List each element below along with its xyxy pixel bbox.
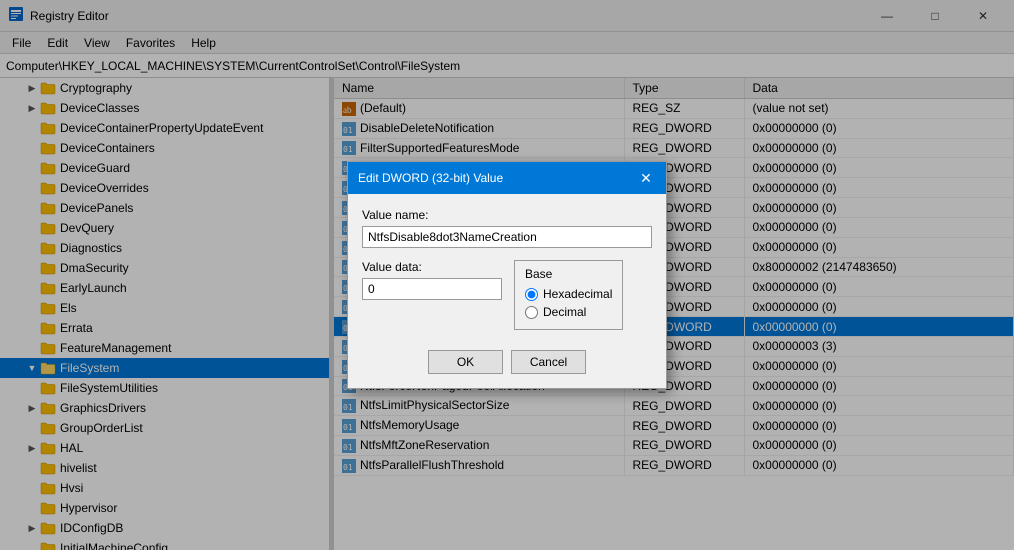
value-data-label: Value data:	[362, 260, 502, 274]
modal-footer: OK Cancel	[348, 340, 666, 388]
hexadecimal-label: Hexadecimal	[543, 287, 612, 301]
value-data-section: Value data:	[362, 260, 502, 300]
cancel-button[interactable]: Cancel	[511, 350, 586, 374]
value-data-input[interactable]	[362, 278, 502, 300]
value-name-input[interactable]	[362, 226, 652, 248]
base-group-title: Base	[525, 267, 612, 281]
modal-body: Value name: Value data: Base Hexadecimal…	[348, 194, 666, 340]
modal-row: Value data: Base Hexadecimal Decimal	[362, 260, 652, 330]
modal-close-button[interactable]: ✕	[636, 168, 656, 188]
radio-hexadecimal[interactable]: Hexadecimal	[525, 287, 612, 301]
base-group: Base Hexadecimal Decimal	[514, 260, 623, 330]
edit-dword-modal: Edit DWORD (32-bit) Value ✕ Value name: …	[347, 161, 667, 389]
decimal-label: Decimal	[543, 305, 586, 319]
value-name-label: Value name:	[362, 208, 652, 222]
modal-overlay: Edit DWORD (32-bit) Value ✕ Value name: …	[0, 0, 1014, 550]
modal-title-bar: Edit DWORD (32-bit) Value ✕	[348, 162, 666, 194]
ok-button[interactable]: OK	[428, 350, 503, 374]
modal-title: Edit DWORD (32-bit) Value	[358, 171, 503, 185]
hexadecimal-radio[interactable]	[525, 288, 538, 301]
radio-decimal[interactable]: Decimal	[525, 305, 612, 319]
decimal-radio[interactable]	[525, 306, 538, 319]
